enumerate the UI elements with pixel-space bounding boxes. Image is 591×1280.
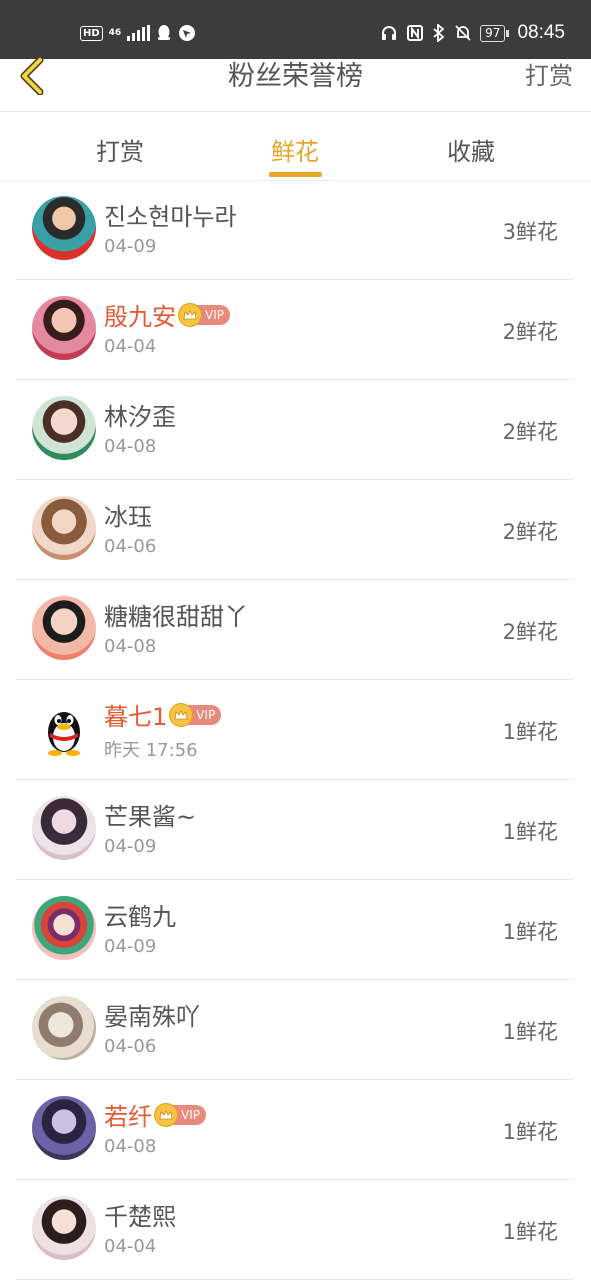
avatar[interactable] (32, 796, 96, 860)
fan-name-text: 糖糖很甜甜丫 (104, 603, 248, 631)
flower-count: 2鲜花 (502, 420, 558, 444)
vip-badge: VIP (154, 1102, 206, 1127)
avatar[interactable] (32, 696, 96, 760)
vip-label: VIP (196, 707, 216, 722)
crown-icon (154, 1102, 178, 1127)
fan-date: 04-08 (104, 436, 157, 457)
network-type: 46 (108, 28, 122, 38)
vip-label: VIP (205, 307, 224, 322)
hd-icon: HD (80, 25, 103, 41)
crown-icon (169, 702, 194, 727)
nfc-icon (407, 25, 424, 41)
avatar[interactable] (32, 296, 96, 360)
list-item[interactable]: 芒果酱~ 04-09 1鲜花 (16, 780, 574, 880)
fan-date: 04-06 (104, 536, 157, 557)
fan-name: 糖糖很甜甜丫 (104, 597, 248, 632)
vip-badge: VIP (178, 302, 230, 327)
fan-name: 殷九安 VIP (104, 297, 230, 332)
crown-icon (178, 302, 202, 327)
fan-name: 林汐歪 (104, 397, 176, 432)
list-item[interactable]: 云鹤九 04-09 1鲜花 (16, 880, 574, 980)
app-notification-icon (179, 25, 196, 41)
fan-date: 04-06 (104, 1036, 157, 1057)
fan-date: 04-09 (104, 836, 157, 857)
flower-count: 3鲜花 (502, 220, 558, 244)
fan-name-text: 殷九安 (104, 303, 176, 331)
list-item[interactable]: 林汐歪 04-08 2鲜花 (16, 380, 574, 480)
fan-date: 04-08 (104, 636, 157, 657)
list-item[interactable]: 晏南殊吖 04-06 1鲜花 (16, 980, 574, 1080)
list-item[interactable]: 冰珏 04-06 2鲜花 (16, 480, 574, 580)
fan-date: 04-09 (104, 236, 157, 257)
fan-name-text: 晏南殊吖 (104, 1003, 200, 1031)
avatar[interactable] (32, 596, 96, 660)
vip-badge: VIP (169, 702, 222, 727)
fan-name: 진소현마누라 (104, 197, 236, 232)
fan-ranking-list: 진소현마누라 04-09 3鲜花 殷九安 VIP 04-04 2鲜花 林汐歪 0… (16, 180, 574, 1280)
fan-name-text: 林汐歪 (104, 403, 176, 431)
flower-count: 1鲜花 (502, 920, 558, 944)
active-tab-indicator (269, 172, 322, 177)
fan-name-text: 暮七1 (104, 703, 168, 731)
tab-favorites[interactable]: 收藏 (411, 132, 531, 167)
signal-icon (127, 25, 151, 41)
flower-count: 2鲜花 (502, 620, 558, 644)
list-item[interactable]: 糖糖很甜甜丫 04-08 2鲜花 (16, 580, 574, 680)
flower-count: 2鲜花 (502, 320, 558, 344)
fan-name: 云鹤九 (104, 897, 176, 932)
headphones-icon (382, 26, 397, 40)
page-title: 粉丝荣誉榜 (228, 61, 363, 92)
status-left: HD 46 (80, 24, 196, 42)
bluetooth-icon (433, 24, 445, 42)
reward-button[interactable]: 打赏 (525, 59, 573, 93)
fan-date: 04-08 (104, 1136, 157, 1157)
fan-name: 冰珏 (104, 497, 152, 532)
list-item[interactable]: 千楚熙 04-04 1鲜花 (16, 1180, 574, 1280)
fan-name-text: 冰珏 (104, 503, 152, 531)
flower-count: 1鲜花 (502, 1020, 558, 1044)
fan-name: 晏南殊吖 (104, 997, 200, 1032)
fan-date: 04-04 (104, 1236, 157, 1257)
flower-count: 1鲜花 (502, 720, 558, 744)
fan-name: 若纤 VIP (104, 1097, 206, 1132)
avatar[interactable] (32, 1096, 96, 1160)
avatar[interactable] (32, 196, 96, 260)
status-right: 97 08:45 (380, 22, 565, 44)
avatar[interactable] (32, 896, 96, 960)
clock: 08:45 (517, 22, 565, 43)
fan-name: 暮七1 VIP (104, 697, 222, 732)
flower-count: 1鲜花 (502, 1120, 558, 1144)
fan-date: 昨天 17:56 (104, 740, 198, 761)
flower-count: 1鲜花 (502, 820, 558, 844)
fan-name-text: 云鹤九 (104, 903, 176, 931)
flower-count: 1鲜花 (502, 1220, 558, 1244)
avatar[interactable] (32, 996, 96, 1060)
tab-bar: 打赏 鲜花 收藏 (0, 112, 591, 181)
fan-date: 04-09 (104, 936, 157, 957)
list-item[interactable]: 殷九安 VIP 04-04 2鲜花 (16, 280, 574, 380)
fan-name-text: 千楚熙 (104, 1203, 176, 1231)
fan-name-text: 진소현마누라 (104, 203, 237, 231)
flower-count: 2鲜花 (502, 520, 558, 544)
avatar[interactable] (32, 396, 96, 460)
header-bar: 粉丝荣誉榜 打赏 (0, 57, 591, 112)
tab-flowers[interactable]: 鲜花 (235, 132, 355, 167)
list-item[interactable]: 若纤 VIP 04-08 1鲜花 (16, 1080, 574, 1180)
tab-reward[interactable]: 打赏 (60, 132, 180, 167)
battery-level: 97 (480, 24, 506, 42)
list-item[interactable]: 진소현마누라 04-09 3鲜花 (16, 180, 574, 280)
status-bar: HD 46 97 08:45 (0, 0, 591, 59)
fan-name-text: 若纤 (104, 1103, 152, 1131)
battery-icon: 97 (480, 24, 510, 42)
fan-name: 千楚熙 (104, 1197, 176, 1232)
list-item[interactable]: 暮七1 VIP 昨天 17:56 1鲜花 (16, 680, 574, 780)
avatar[interactable] (32, 496, 96, 560)
vip-label: VIP (181, 1107, 200, 1122)
bell-muted-icon (455, 25, 471, 41)
qq-notification-icon (158, 25, 171, 40)
fan-name-text: 芒果酱~ (104, 803, 197, 831)
fan-name: 芒果酱~ (104, 797, 196, 832)
avatar[interactable] (32, 1196, 96, 1260)
fan-date: 04-04 (104, 336, 157, 357)
